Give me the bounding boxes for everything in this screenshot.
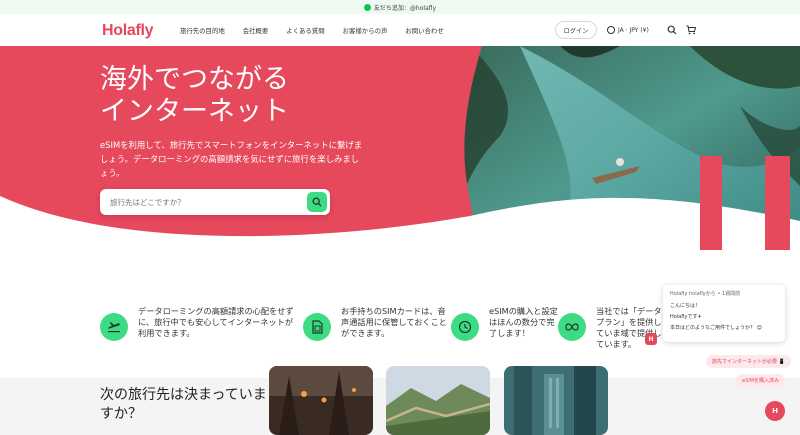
infinity-icon <box>558 313 586 341</box>
chat-question: 本日はどのようなご用件でしょうか？ 😊 <box>670 325 762 331</box>
holafly-logo[interactable]: Holafly <box>102 22 154 40</box>
destination-search-button[interactable] <box>307 192 327 212</box>
nav-faq[interactable]: よくある質問 <box>286 26 324 35</box>
nav-reviews[interactable]: お客様からの声 <box>343 26 388 35</box>
feature-item: eSIMの購入と設定はほんの数分で完了します！ <box>451 306 561 341</box>
chat-launcher-button[interactable]: H <box>765 401 785 421</box>
chat-avatar: H <box>645 333 657 345</box>
feature-text: お手持ちのSIMカードは、音声通話用に保管しておくことができます。 <box>341 306 447 338</box>
clock-icon <box>451 313 479 341</box>
feature-item: お手持ちのSIMカードは、音声通話用に保管しておくことができます。 <box>303 306 448 341</box>
nav-destinations[interactable]: 旅行先の目的地 <box>180 26 225 35</box>
airplane-icon <box>100 313 128 341</box>
feature-text: データローミングの高額請求の心配をせずに、旅行中でも安心してインターネットが利用… <box>138 306 294 338</box>
hero-title-line2: インターネット <box>100 96 289 127</box>
nav-about[interactable]: 会社概要 <box>243 26 269 35</box>
chat-quick-reply-1[interactable]: 旅先でインターネットが必要 📱 <box>706 355 791 368</box>
destination-card[interactable] <box>269 366 373 435</box>
language-currency-selector[interactable]: JA · JPY (¥) <box>607 26 649 34</box>
hero-subtitle: eSIMを利用して、旅行先でスマートフォンをインターネットに繋げましょう。データ… <box>100 140 363 178</box>
chat-greeting: こんにちは！ <box>670 303 701 309</box>
line-icon <box>363 3 371 11</box>
cart-icon[interactable] <box>686 25 696 35</box>
feature-text: 当社では「データプラン」を提供していま域で提供しています。 <box>596 306 662 349</box>
feature-text: eSIMの購入と設定はほんの数分で完了します！ <box>489 306 558 338</box>
chat-header: Holafly holaflyから • 1週間前 <box>670 291 741 297</box>
search-icon[interactable] <box>667 25 677 35</box>
hero-title: 海外でつながる インターネット <box>100 64 289 128</box>
main-nav: 旅行先の目的地 会社概要 よくある質問 お客様からの声 お問い合わせ <box>180 26 462 35</box>
chat-popup[interactable]: Holafly holaflyから • 1週間前 こんにちは！ Holaflyで… <box>663 285 785 342</box>
hero-title-line1: 海外でつながる <box>100 64 289 95</box>
nav-contact[interactable]: お問い合わせ <box>405 26 443 35</box>
destination-card[interactable] <box>386 366 490 435</box>
feature-item: データローミングの高額請求の心配をせずに、旅行中でも安心してインターネットが利用… <box>100 306 300 341</box>
destination-search <box>100 189 330 215</box>
search-icon <box>312 197 322 207</box>
language-label: JA · JPY (¥) <box>618 26 649 34</box>
chat-agent-name: Holaflyです✈ <box>670 314 702 320</box>
destination-card[interactable] <box>504 366 608 435</box>
line-banner-text: 友だち追加：@holafly <box>373 4 437 12</box>
sim-card-icon <box>303 313 331 341</box>
destinations-title: 次の旅行先は決まっていますか？ <box>100 387 267 422</box>
login-button[interactable]: ログイン <box>555 21 597 39</box>
destination-search-input[interactable] <box>110 197 300 207</box>
chat-quick-reply-2[interactable]: eSIMを購入済み <box>736 374 786 387</box>
site-header: Holafly 旅行先の目的地 会社概要 よくある質問 お客様からの声 お問い合… <box>0 14 800 46</box>
globe-icon <box>607 26 615 34</box>
hero-section: 海外でつながる インターネット eSIMを利用して、旅行先でスマートフォンをイン… <box>0 46 800 250</box>
line-banner[interactable]: 友だち追加：@holafly <box>0 0 800 14</box>
